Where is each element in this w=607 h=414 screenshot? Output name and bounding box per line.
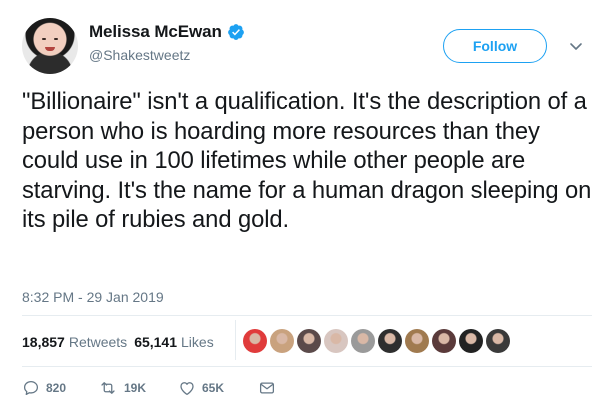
avatar-eye bbox=[42, 38, 46, 40]
author-handle[interactable]: @Shakestweetz bbox=[89, 47, 245, 63]
author-name-row[interactable]: Melissa McEwan bbox=[89, 22, 245, 42]
tweet-stats: 18,857 Retweets 65,141 Likes bbox=[22, 334, 214, 350]
tweet-timestamp[interactable]: 8:32 PM - 29 Jan 2019 bbox=[22, 289, 164, 305]
retweets-stat[interactable]: 18,857 Retweets bbox=[22, 334, 127, 350]
direct-message-icon bbox=[259, 382, 275, 394]
like-count: 65K bbox=[202, 381, 225, 395]
divider bbox=[22, 366, 592, 367]
liker-avatar[interactable] bbox=[297, 329, 321, 353]
retweets-count: 18,857 bbox=[22, 334, 65, 350]
liker-avatar[interactable] bbox=[324, 329, 348, 353]
reply-button[interactable]: 820 bbox=[22, 379, 98, 397]
retweet-icon bbox=[101, 382, 115, 394]
divider bbox=[22, 315, 592, 316]
liker-avatars bbox=[243, 329, 510, 353]
stats-separator bbox=[235, 320, 236, 360]
author-info: Melissa McEwan @Shakestweetz bbox=[89, 22, 245, 63]
verified-badge-icon bbox=[227, 24, 244, 40]
chevron-down-icon[interactable] bbox=[567, 37, 585, 55]
liker-avatar[interactable] bbox=[270, 329, 294, 353]
avatar-mouth bbox=[45, 47, 55, 51]
tweet-header: Melissa McEwan @Shakestweetz Follow bbox=[22, 18, 592, 78]
reply-icon bbox=[23, 380, 39, 396]
reply-count: 820 bbox=[46, 381, 67, 395]
likes-stat[interactable]: 65,141 Likes bbox=[134, 334, 214, 350]
author-display-name[interactable]: Melissa McEwan bbox=[89, 22, 222, 42]
retweet-count: 19K bbox=[124, 381, 147, 395]
direct-message-button[interactable] bbox=[258, 379, 276, 397]
liker-avatar[interactable] bbox=[405, 329, 429, 353]
liker-avatar[interactable] bbox=[432, 329, 456, 353]
retweets-label: Retweets bbox=[68, 334, 128, 350]
liker-avatar[interactable] bbox=[459, 329, 483, 353]
liker-avatar[interactable] bbox=[351, 329, 375, 353]
heart-icon bbox=[180, 382, 194, 396]
tweet-actions: 820 19K 65K bbox=[22, 379, 276, 397]
likes-count: 65,141 bbox=[134, 334, 178, 350]
liker-avatar[interactable] bbox=[378, 329, 402, 353]
liker-avatar[interactable] bbox=[243, 329, 267, 353]
retweet-button[interactable]: 19K bbox=[98, 379, 178, 397]
follow-button[interactable]: Follow bbox=[443, 29, 547, 63]
author-avatar[interactable] bbox=[22, 18, 78, 74]
like-button[interactable]: 65K bbox=[178, 379, 258, 397]
avatar-eye bbox=[54, 38, 58, 40]
likes-label: Likes bbox=[181, 334, 214, 350]
tweet-text: "Billionaire" isn't a qualification. It'… bbox=[22, 88, 592, 234]
liker-avatar[interactable] bbox=[486, 329, 510, 353]
